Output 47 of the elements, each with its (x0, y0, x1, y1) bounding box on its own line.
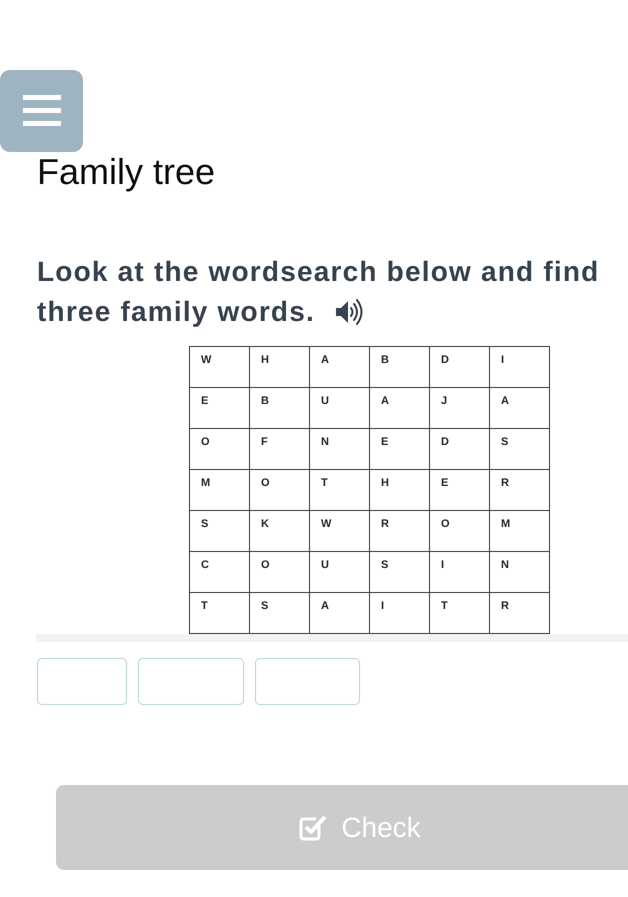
page-title: Family tree (37, 152, 216, 192)
wordsearch-cell: H (370, 470, 430, 511)
wordsearch-cell: A (370, 388, 430, 429)
menu-button[interactable] (0, 70, 83, 152)
wordsearch-cell: H (250, 347, 310, 388)
wordsearch-cell: M (490, 511, 550, 552)
wordsearch-cell: W (190, 347, 250, 388)
wordsearch-cell: B (370, 347, 430, 388)
wordsearch-cell: I (430, 552, 490, 593)
wordsearch-cell: S (370, 552, 430, 593)
wordsearch-cell: D (430, 347, 490, 388)
wordsearch-cell: E (370, 429, 430, 470)
wordsearch-cell: K (250, 511, 310, 552)
wordsearch-cell: O (250, 552, 310, 593)
wordsearch-cell: U (310, 388, 370, 429)
wordsearch-cell: E (430, 470, 490, 511)
menu-icon (22, 95, 60, 127)
wordsearch-cell: J (430, 388, 490, 429)
wordsearch-cell: A (490, 388, 550, 429)
audio-button[interactable] (335, 299, 363, 325)
wordsearch-cell: F (250, 429, 310, 470)
wordsearch-cell: S (490, 429, 550, 470)
speaker-icon (335, 299, 363, 325)
checkbox-icon (299, 814, 328, 842)
wordsearch-cell: O (430, 511, 490, 552)
wordsearch-cell: E (190, 388, 250, 429)
answer-field[interactable] (37, 658, 127, 705)
wordsearch-cell: B (250, 388, 310, 429)
answer-field[interactable] (255, 658, 360, 705)
wordsearch-cell: C (190, 552, 250, 593)
wordsearch-cell: O (190, 429, 250, 470)
wordsearch-cell: S (190, 511, 250, 552)
wordsearch-cell: O (250, 470, 310, 511)
wordsearch-cell: R (490, 470, 550, 511)
wordsearch-cell: D (430, 429, 490, 470)
wordsearch-cell: W (310, 511, 370, 552)
wordsearch-cell: N (310, 429, 370, 470)
wordsearch-cell: R (370, 511, 430, 552)
wordsearch-cell: I (490, 347, 550, 388)
wordsearch-cell: N (490, 552, 550, 593)
answer-field[interactable] (138, 658, 244, 705)
instruction-text: Look at the wordsearch below and find (37, 255, 600, 289)
wordsearch-cell: U (310, 552, 370, 593)
wordsearch-cell: T (310, 470, 370, 511)
instruction-text: three family words. (37, 295, 315, 329)
wordsearch-cell: M (190, 470, 250, 511)
wordsearch-cell: A (310, 347, 370, 388)
